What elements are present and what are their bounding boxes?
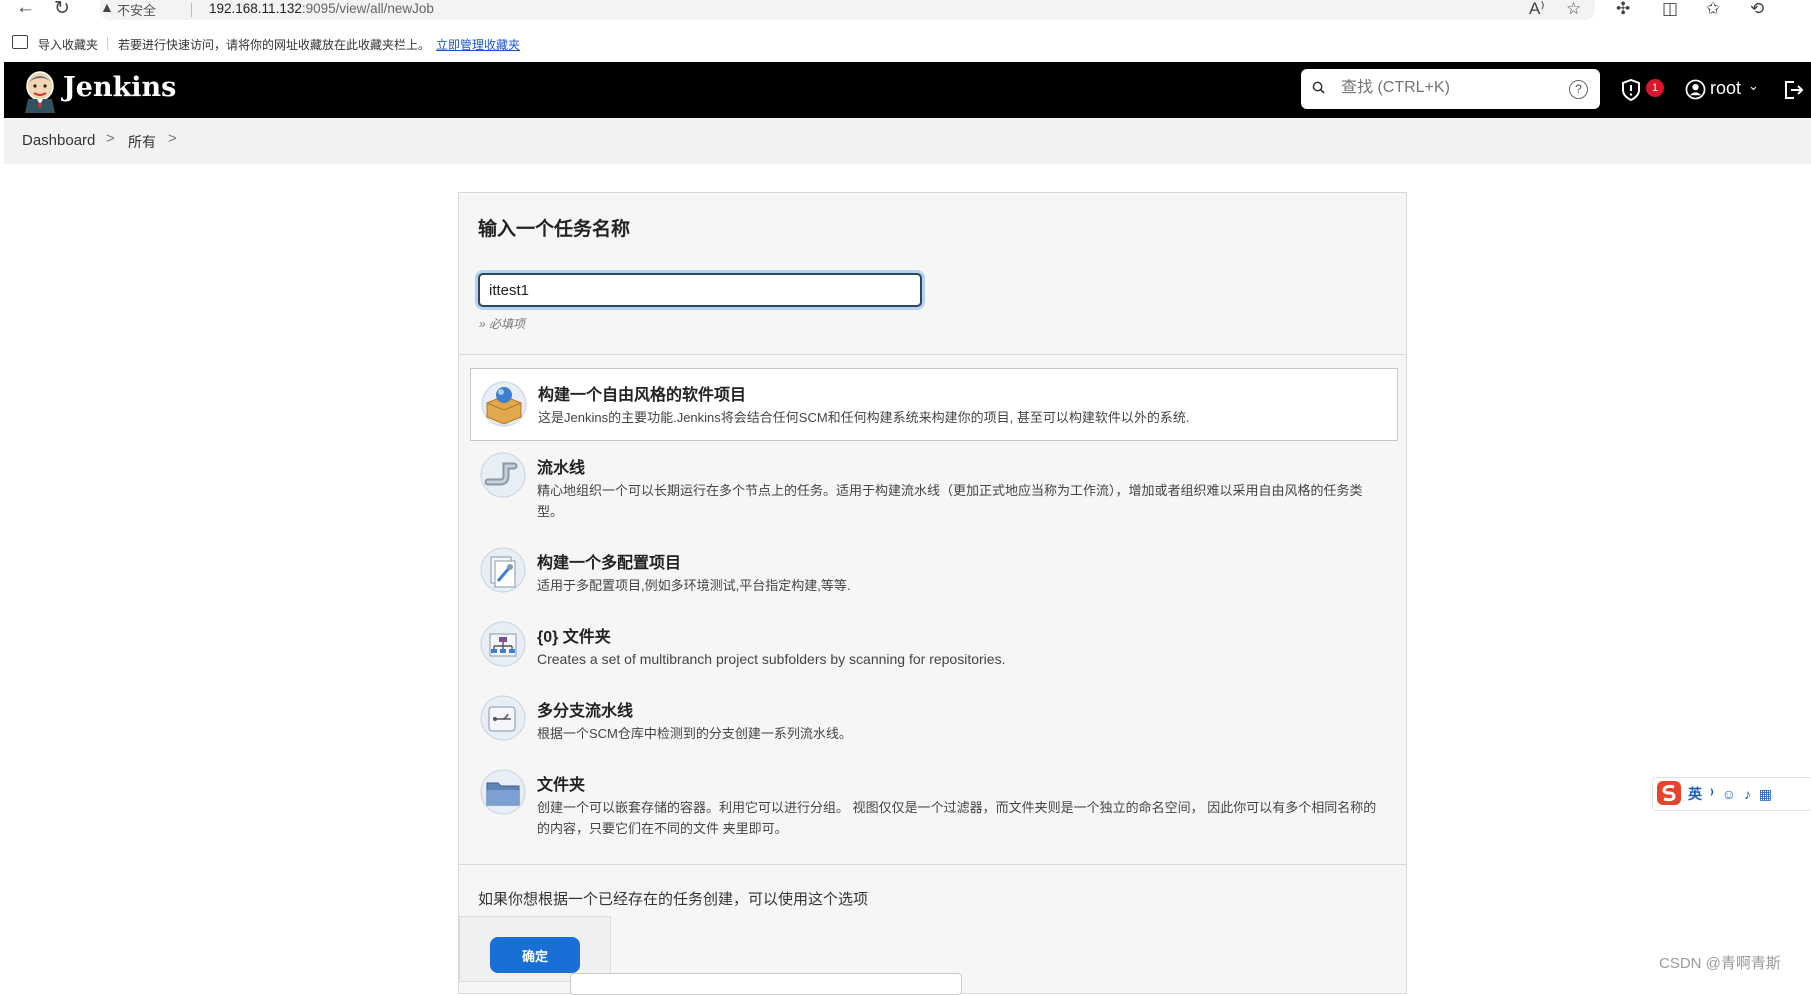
job-type-multibranch[interactable]: 多分支流水线 根据一个SCM仓库中检测到的分支创建一系列流水线。: [470, 687, 1396, 757]
item-name-input[interactable]: [478, 273, 922, 307]
user-icon[interactable]: [1685, 79, 1706, 100]
job-type-name[interactable]: 文件夹: [537, 771, 585, 795]
copy-from-input[interactable]: [570, 973, 962, 995]
job-type-desc: 创建一个可以嵌套存储的容器。利用它可以进行分组。 视图仅仅是一个过滤器，而文件夹…: [537, 800, 1377, 836]
job-type-desc: Creates a set of multibranch project sub…: [537, 651, 1006, 667]
multibranch-pipeline-icon: [480, 695, 526, 741]
security-shield-icon[interactable]: [1620, 79, 1642, 101]
pipeline-icon: [480, 452, 526, 498]
sogou-ime-icon[interactable]: [1656, 780, 1682, 806]
security-label[interactable]: 不安全: [117, 0, 156, 19]
chevron-down-icon[interactable]: ⌄: [1748, 78, 1759, 94]
extensions-icon[interactable]: ✣: [1616, 0, 1630, 19]
divider: [459, 864, 1406, 865]
refresh-icon[interactable]: ↻: [54, 0, 70, 20]
breadcrumb-chevron-icon[interactable]: >: [106, 130, 115, 147]
job-type-name[interactable]: 构建一个多配置项目: [537, 549, 681, 573]
favorites-divider: [107, 37, 108, 50]
job-type-freestyle[interactable]: 构建一个自由风格的软件项目 这是Jenkins的主要功能.Jenkins将会结合…: [470, 368, 1398, 441]
job-type-desc: 根据一个SCM仓库中检测到的分支创建一系列流水线。: [537, 726, 852, 741]
job-type-pipeline[interactable]: 流水线 精心地组织一个可以长期运行在多个节点上的任务。适用于构建流水线（更加正式…: [470, 444, 1396, 528]
search-icon: [1312, 81, 1325, 94]
import-favorites-icon[interactable]: [12, 35, 28, 49]
ime-toolbar-items[interactable]: 英 ⁾ ☺ ♪ ▦: [1688, 784, 1774, 804]
url-host: 192.168.11.132: [209, 1, 302, 16]
import-favorites-button[interactable]: 导入收藏夹: [38, 36, 98, 53]
warning-icon[interactable]: ▲: [100, 0, 114, 15]
back-icon[interactable]: ←: [16, 0, 35, 19]
search-help-icon[interactable]: ?: [1569, 80, 1588, 99]
watermark: CSDN @青啊青斯: [1659, 955, 1781, 972]
manage-favorites-link[interactable]: 立即管理收藏夹: [436, 36, 520, 53]
url-path: :9095/view/all/newJob: [301, 1, 434, 16]
split-screen-icon[interactable]: ◫: [1662, 0, 1678, 19]
jenkins-logo-icon[interactable]: [22, 69, 58, 113]
favorites-icon[interactable]: ✩: [1706, 0, 1720, 19]
multi-config-icon: [480, 547, 526, 593]
history-icon[interactable]: ⟲: [1750, 0, 1764, 19]
favorites-hint: 若要进行快速访问，请将你的网址收藏放在此收藏夹栏上。: [118, 38, 431, 52]
job-type-folder[interactable]: 文件夹 创建一个可以嵌套存储的容器。利用它可以进行分组。 视图仅仅是一个过滤器，…: [470, 761, 1396, 851]
search-input[interactable]: [1341, 79, 1541, 97]
read-aloud-icon[interactable]: A⁾: [1529, 0, 1545, 19]
job-type-multi-config[interactable]: 构建一个多配置项目 适用于多配置项目,例如多环境测试,平台指定构建,等等.: [470, 539, 1396, 609]
divider: [459, 354, 1406, 355]
job-type-name[interactable]: 流水线: [537, 454, 585, 478]
url-separator: [191, 3, 192, 17]
job-type-name[interactable]: {0} 文件夹: [537, 623, 611, 647]
required-hint: » 必填项: [479, 317, 526, 331]
jenkins-brand[interactable]: Jenkins: [63, 72, 176, 103]
logout-icon[interactable]: [1782, 79, 1804, 101]
breadcrumb-dashboard[interactable]: Dashboard: [22, 132, 95, 149]
job-type-desc: 适用于多配置项目,例如多环境测试,平台指定构建,等等.: [537, 578, 851, 593]
freestyle-package-icon: [481, 381, 527, 427]
breadcrumb-all[interactable]: 所有: [128, 132, 156, 152]
breadcrumb: [4, 118, 1811, 164]
job-type-desc: 精心地组织一个可以长期运行在多个节点上的任务。适用于构建流水线（更加正式地应当称…: [537, 483, 1363, 519]
job-type-desc: 这是Jenkins的主要功能.Jenkins将会结合任何SCM和任何构建系统来构…: [538, 410, 1190, 425]
org-folder-icon: [480, 621, 526, 667]
page-title: 输入一个任务名称: [478, 219, 631, 240]
user-name[interactable]: root: [1710, 78, 1741, 99]
job-type-name[interactable]: 多分支流水线: [537, 697, 633, 721]
security-badge[interactable]: 1: [1646, 79, 1664, 97]
favorite-star-icon[interactable]: ☆: [1566, 0, 1581, 19]
url-text[interactable]: 192.168.11.132:9095/view/all/newJob: [209, 1, 434, 16]
breadcrumb-chevron-icon[interactable]: >: [168, 130, 177, 147]
job-type-name[interactable]: 构建一个自由风格的软件项目: [538, 381, 746, 405]
ok-button[interactable]: 确定: [490, 937, 580, 973]
copy-from-hint: 如果你想根据一个已经存在的任务创建，可以使用这个选项: [478, 891, 869, 908]
folder-icon: [480, 769, 526, 815]
job-type-org-folder[interactable]: {0} 文件夹 Creates a set of multibranch pro…: [470, 613, 1396, 683]
